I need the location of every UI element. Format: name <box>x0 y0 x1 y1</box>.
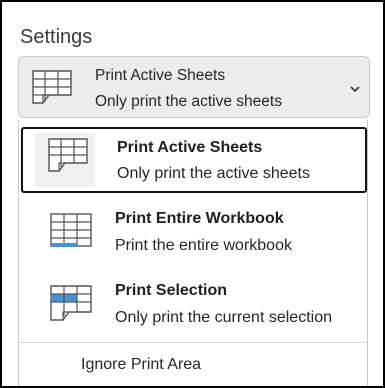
ignore-print-area-item[interactable]: Ignore Print Area <box>81 356 201 374</box>
option-title: Print Selection <box>115 282 228 299</box>
option-description: Only print the active sheets <box>117 165 310 182</box>
sheet-grid-icon <box>31 69 73 110</box>
settings-heading: Settings <box>20 26 93 48</box>
chevron-down-icon[interactable] <box>349 81 361 99</box>
option-title: Print Active Sheets <box>117 139 263 156</box>
dropdown-selected-title: Print Active Sheets <box>95 67 226 84</box>
dropdown-selected-description: Only print the active sheets <box>95 93 282 110</box>
option-print-selection[interactable]: Print Selection Only print the current s… <box>19 276 367 342</box>
option-description: Only print the current selection <box>115 309 332 326</box>
option-print-active-sheets[interactable]: Print Active Sheets Only print the activ… <box>21 127 367 193</box>
entire-workbook-icon <box>49 212 93 255</box>
print-settings-panel: Settings Print Active Sheets Only print … <box>2 2 383 386</box>
print-what-options-list: Print Active Sheets Only print the activ… <box>18 120 368 386</box>
selection-icon <box>49 284 93 327</box>
active-sheets-icon <box>33 137 88 178</box>
print-what-dropdown[interactable]: Print Active Sheets Only print the activ… <box>18 56 370 118</box>
menu-divider <box>19 342 367 343</box>
option-description: Print the entire workbook <box>115 237 292 254</box>
option-title: Print Entire Workbook <box>115 210 284 227</box>
option-print-entire-workbook[interactable]: Print Entire Workbook Print the entire w… <box>19 204 367 270</box>
